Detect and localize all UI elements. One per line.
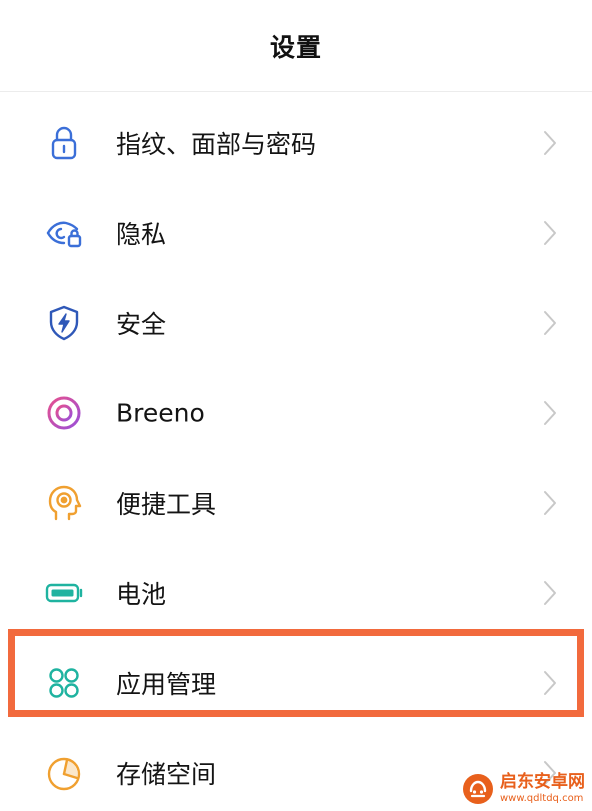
chevron-right-icon	[538, 308, 562, 338]
watermark-name: 启东安卓网	[500, 772, 585, 792]
settings-item-label: 安全	[116, 310, 167, 339]
page-title: 设置	[269, 32, 322, 62]
settings-item-label: 指纹、面部与密码	[116, 130, 317, 159]
settings-item-privacy[interactable]: 隐私	[0, 188, 592, 278]
pie-chart-icon	[42, 751, 86, 795]
watermark: 启东安卓网 www.qdltdq.com	[462, 768, 590, 810]
shield-bolt-icon	[42, 301, 86, 345]
settings-item-label: 电池	[116, 580, 167, 609]
chevron-right-icon	[538, 578, 562, 608]
settings-item-label: Breeno	[116, 398, 205, 428]
chevron-right-icon	[538, 128, 562, 158]
settings-item-convenience-tools[interactable]: 便捷工具	[0, 458, 592, 548]
breeno-ring-icon	[42, 391, 86, 435]
settings-item-app-management[interactable]: 应用管理	[0, 638, 592, 728]
lock-icon	[42, 121, 86, 165]
watermark-logo-icon	[463, 774, 493, 804]
watermark-text: 启东安卓网 www.qdltdq.com	[500, 774, 585, 804]
settings-item-label: 隐私	[116, 220, 167, 249]
chevron-right-icon	[538, 218, 562, 248]
settings-item-label: 便捷工具	[116, 490, 217, 519]
settings-item-fingerprint-face-password[interactable]: 指纹、面部与密码	[0, 98, 592, 188]
top-bar: 设置	[0, 0, 592, 92]
settings-item-label: 存储空间	[116, 760, 217, 789]
settings-item-breeno[interactable]: Breeno	[0, 368, 592, 458]
chevron-right-icon	[538, 488, 562, 518]
settings-item-label: 应用管理	[116, 670, 217, 699]
head-target-icon	[42, 481, 86, 525]
settings-item-security[interactable]: 安全	[0, 278, 592, 368]
settings-list: 指纹、面部与密码 隐私 安全 Breeno 便捷工具 电池 应用管理 存储空间	[0, 98, 592, 811]
eye-lock-icon	[42, 211, 86, 255]
settings-item-battery[interactable]: 电池	[0, 548, 592, 638]
apps-grid-icon	[42, 661, 86, 705]
chevron-right-icon	[538, 668, 562, 698]
battery-icon	[42, 571, 86, 615]
chevron-right-icon	[538, 398, 562, 428]
watermark-url: www.qdltdq.com	[500, 793, 584, 804]
